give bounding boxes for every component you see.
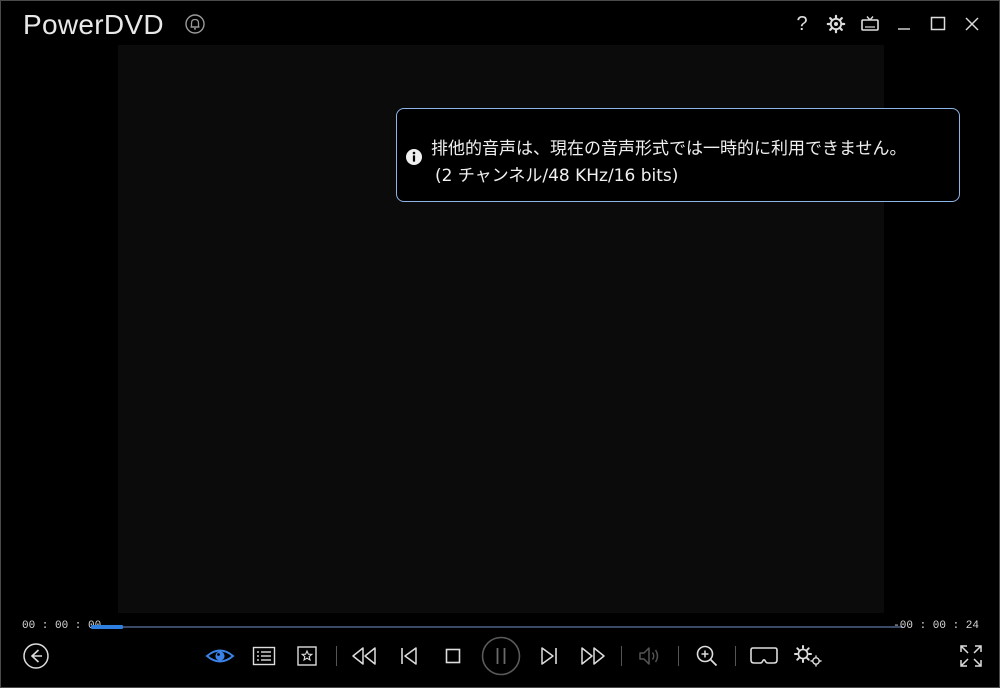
fast-forward-button[interactable]: [577, 640, 609, 672]
eye-view-button[interactable]: [204, 640, 236, 672]
osd-message: 排他的音声は、現在の音声形式では一時的に利用できません。: [431, 139, 907, 159]
seek-bar[interactable]: [91, 625, 903, 629]
bookmark-button[interactable]: [291, 640, 323, 672]
maximize-icon: [930, 16, 946, 31]
vr-mode-button[interactable]: [746, 640, 782, 672]
info-icon: [406, 149, 422, 165]
playlist-button[interactable]: [248, 640, 280, 672]
list-icon: [252, 646, 276, 666]
tv-mode-button[interactable]: [857, 11, 883, 37]
stop-icon: [445, 648, 461, 664]
tv-icon: [861, 16, 879, 31]
eye-icon: [205, 649, 235, 663]
back-button[interactable]: [20, 640, 52, 672]
back-arrow-icon: [23, 643, 49, 669]
stop-button[interactable]: [437, 640, 469, 672]
rewind-button[interactable]: [348, 640, 380, 672]
seek-bar-progress: [91, 625, 124, 629]
gears-icon: [794, 645, 822, 667]
zoom-button[interactable]: [691, 640, 723, 672]
star-bookmark-icon: [297, 646, 317, 666]
rewind-icon: [352, 647, 376, 665]
separator: [678, 646, 679, 666]
help-icon: ?: [796, 13, 808, 35]
skip-next-icon: [541, 647, 557, 665]
notification-bell-icon[interactable]: [185, 14, 205, 34]
fullscreen-button[interactable]: [955, 640, 987, 672]
minimize-button[interactable]: [891, 11, 917, 37]
osd-audio-format: (2 チャンネル/48 KHz/16 bits): [435, 166, 679, 186]
fast-forward-icon: [581, 647, 605, 665]
separator: [621, 646, 622, 666]
settings-button[interactable]: [823, 11, 849, 37]
minimize-icon: [898, 28, 910, 30]
pause-icon: [481, 636, 521, 676]
gear-icon: [826, 14, 846, 34]
separator: [735, 646, 736, 666]
skip-previous-icon: [401, 647, 417, 665]
vr-headset-icon: [750, 647, 778, 664]
close-button[interactable]: [959, 11, 985, 37]
window-controls: ?: [789, 11, 985, 37]
help-button[interactable]: ?: [789, 11, 815, 37]
previous-button[interactable]: [393, 640, 425, 672]
zoom-in-icon: [696, 645, 718, 667]
remaining-time: -00 : 00 : 24: [893, 620, 979, 632]
pause-button[interactable]: [480, 635, 522, 677]
player-settings-button[interactable]: [792, 640, 824, 672]
next-button[interactable]: [533, 640, 565, 672]
app-title: PowerDVD: [23, 9, 164, 40]
player-window: PowerDVD ? 排他的音声は、現在の音声形式では一時的に利用できません。 …: [0, 0, 1000, 688]
close-icon: [965, 17, 979, 31]
separator: [336, 646, 337, 666]
speaker-icon: [639, 647, 659, 665]
elapsed-time: 00 : 00 : 00: [22, 620, 102, 632]
osd-notification: 排他的音声は、現在の音声形式では一時的に利用できません。 (2 チャンネル/48…: [396, 108, 960, 202]
fullscreen-icon: [960, 645, 982, 667]
volume-button[interactable]: [634, 640, 666, 672]
maximize-button[interactable]: [925, 11, 951, 37]
